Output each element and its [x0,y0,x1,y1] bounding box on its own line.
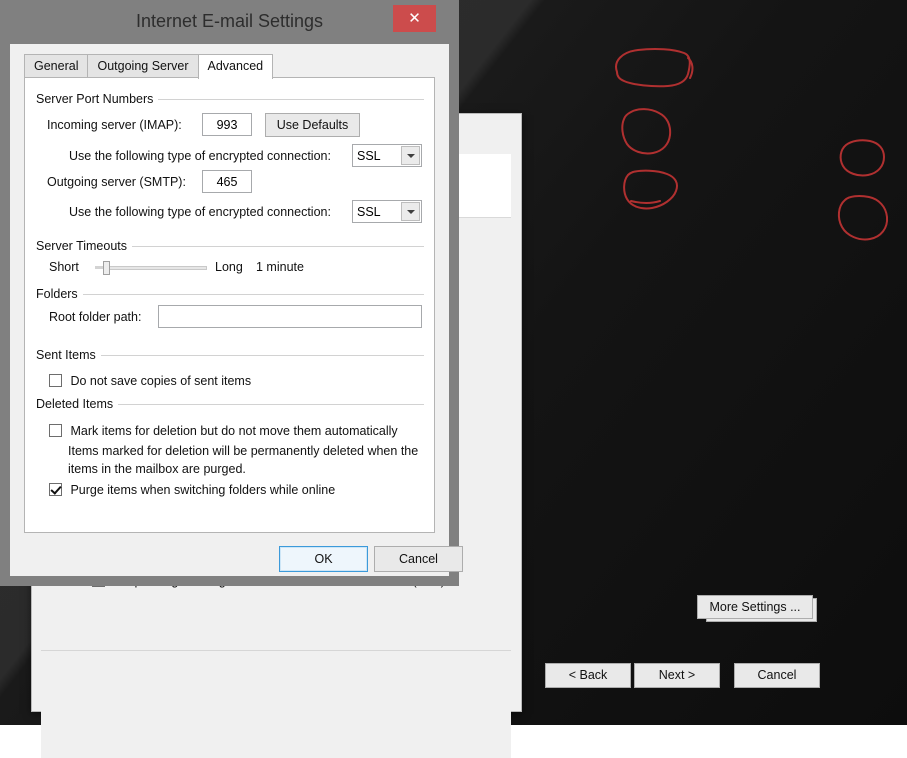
advanced-tab-panel: Server Port Numbers Incoming server (IMA… [24,77,435,533]
mark-items-deletion-checkbox[interactable] [49,424,62,437]
chevron-down-icon[interactable] [401,146,420,165]
tab-general[interactable]: General [24,54,88,78]
purge-items-label: Purge items when switching folders while… [70,483,335,497]
incoming-port-input[interactable]: 993 [202,113,252,136]
more-settings-button[interactable]: More Settings ... [697,595,813,619]
next-button[interactable]: Next > [634,663,720,688]
outgoing-server-port-label: Outgoing server (SMTP): [47,175,186,189]
deleted-items-note-line2: items in the mailbox are purged. [68,462,246,476]
group-server-port-numbers: Server Port Numbers [36,92,158,106]
cancel-button[interactable]: Cancel [734,663,820,688]
mark-items-deletion-row[interactable]: Mark items for deletion but do not move … [49,422,398,440]
back-button[interactable]: < Back [545,663,631,688]
dialog-button-bar: OK Cancel [10,543,449,576]
timeout-short-label: Short [49,260,79,274]
incoming-encryption-label: Use the following type of encrypted conn… [69,149,331,163]
purge-items-checkbox[interactable] [49,483,62,496]
outgoing-encryption-value: SSL [357,205,381,219]
timeout-value-label: 1 minute [256,260,304,274]
slider-thumb[interactable] [103,261,110,275]
add-account-separator [41,650,511,651]
internet-email-settings-dialog: Internet E-mail Settings ✕ General Outgo… [0,0,459,586]
root-folder-path-label: Root folder path: [49,310,141,324]
mark-items-deletion-label: Mark items for deletion but do not move … [70,424,397,438]
do-not-save-sent-label: Do not save copies of sent items [70,374,251,388]
incoming-server-port-label: Incoming server (IMAP): [47,118,182,132]
tab-advanced[interactable]: Advanced [198,54,274,79]
outgoing-encryption-select[interactable]: SSL [352,200,422,223]
timeout-long-label: Long [215,260,243,274]
close-icon[interactable]: ✕ [393,5,436,32]
incoming-encryption-value: SSL [357,149,381,163]
outgoing-encryption-label: Use the following type of encrypted conn… [69,205,331,219]
do-not-save-sent-checkbox[interactable] [49,374,62,387]
dialog-titlebar: Internet E-mail Settings ✕ [10,0,449,44]
timeout-slider[interactable] [95,260,207,276]
group-divider [36,294,424,295]
purge-items-row[interactable]: Purge items when switching folders while… [49,481,335,499]
tab-outgoing-server[interactable]: Outgoing Server [87,54,198,78]
slider-track[interactable] [104,266,207,270]
group-folders: Folders [36,287,83,301]
chevron-down-icon[interactable] [401,202,420,221]
dialog-title: Internet E-mail Settings [10,11,449,32]
group-deleted-items: Deleted Items [36,397,118,411]
group-server-timeouts: Server Timeouts [36,239,132,253]
deleted-items-note-line1: Items marked for deletion will be perman… [68,444,418,458]
incoming-encryption-select[interactable]: SSL [352,144,422,167]
tab-strip: General Outgoing Server Advanced [24,54,272,78]
root-folder-path-input[interactable] [158,305,422,328]
dialog-client-area: General Outgoing Server Advanced Server … [10,44,449,576]
ok-button[interactable]: OK [279,546,368,572]
outgoing-port-input[interactable]: 465 [202,170,252,193]
cancel-button[interactable]: Cancel [374,546,463,572]
use-defaults-button[interactable]: Use Defaults [265,113,360,137]
group-sent-items: Sent Items [36,348,101,362]
do-not-save-sent-row[interactable]: Do not save copies of sent items [49,372,251,390]
